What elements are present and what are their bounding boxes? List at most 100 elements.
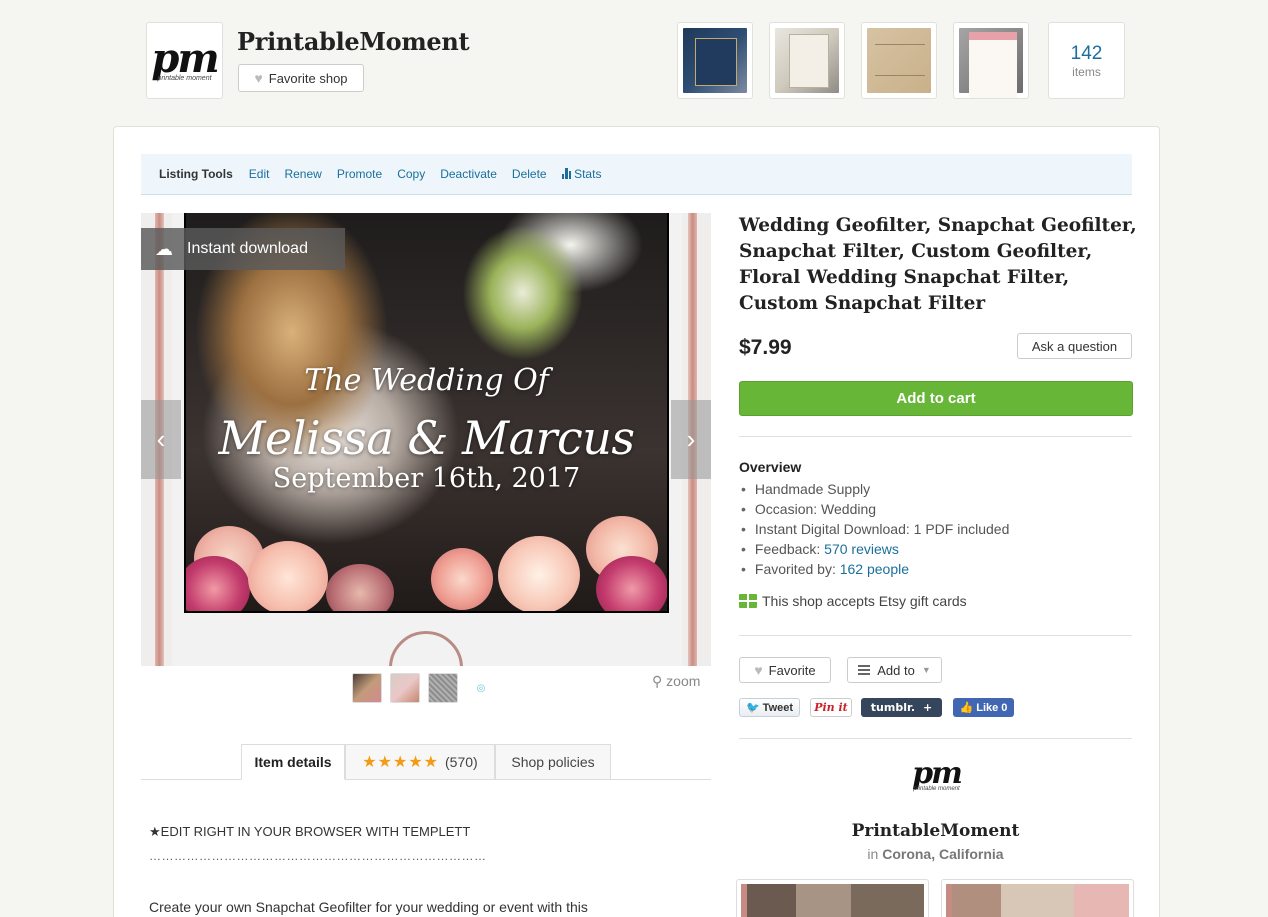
favorite-item-button[interactable]: ♥ Favorite (739, 657, 831, 683)
divider (739, 436, 1132, 437)
favorite-label: Favorite (768, 662, 816, 678)
image-thumbnail[interactable]: ◎ (466, 673, 496, 703)
shop-photo[interactable] (736, 879, 929, 917)
instant-download-label: Instant download (187, 240, 308, 257)
chevron-down-icon: ▼ (921, 665, 931, 675)
divider (739, 738, 1132, 739)
thumbnail-image (775, 28, 839, 93)
stats-label: Stats (574, 167, 602, 181)
overview-text: Handmade Supply (754, 481, 871, 497)
image-thumbnail[interactable] (352, 673, 382, 703)
overview-item: Instant Digital Download: 1 PDF included (741, 519, 1009, 539)
zoom-label: zoom (666, 673, 701, 689)
ring-icon: ◎ (476, 682, 486, 694)
tumblr-label: tumblr. (870, 701, 915, 714)
flower-border (186, 486, 667, 611)
tab-item-details[interactable]: Item details (241, 744, 345, 780)
copy-link[interactable]: Copy (397, 167, 425, 181)
reviews-link[interactable]: 570 reviews (824, 541, 899, 557)
gift-card-text: This shop accepts Etsy gift cards (762, 593, 967, 609)
magnifier-icon: ⚲ (652, 673, 663, 689)
divider (739, 635, 1132, 636)
shop-card-photos (736, 879, 1134, 917)
overview-item: Occasion: Wedding (741, 499, 1009, 519)
plus-icon: + (923, 701, 933, 714)
favorited-label: Favorited by: (754, 561, 840, 577)
shop-photo-image (741, 884, 924, 917)
shop-thumbnail[interactable] (677, 22, 753, 99)
phone-screen: The Wedding Of Melissa & Marcus Septembe… (184, 213, 669, 613)
tweet-button[interactable]: 🐦 Tweet (739, 698, 800, 717)
overview-item: Favorited by: 162 people (741, 559, 1009, 579)
shop-header: pm printable moment PrintableMoment ♥ Fa… (0, 0, 1268, 118)
thumbnail-image (867, 28, 931, 93)
add-to-list-button[interactable]: Add to ▼ (847, 657, 942, 683)
item-count-label: items (1072, 65, 1101, 79)
shop-thumbnails (677, 22, 1029, 99)
like-count: 0 (1001, 701, 1008, 714)
tumblr-button[interactable]: tumblr. + (861, 698, 942, 717)
item-count-box[interactable]: 142 items (1048, 22, 1125, 99)
favorite-shop-button[interactable]: ♥ Favorite shop (238, 64, 364, 92)
delete-link[interactable]: Delete (512, 167, 547, 181)
list-icon (858, 665, 871, 675)
renew-link[interactable]: Renew (284, 167, 321, 181)
rating-stars-icon: ★★★★★ (362, 754, 440, 771)
logo-subtext: printable moment (157, 75, 212, 82)
location-text: Corona, California (882, 846, 1004, 862)
overview-list: Handmade Supply Occasion: Wedding Instan… (741, 479, 1009, 579)
listing-tools-label: Listing Tools (159, 167, 233, 181)
shop-photo-image (946, 884, 1129, 917)
thumbnail-image (683, 28, 747, 93)
bar-chart-icon (561, 168, 572, 179)
promote-link[interactable]: Promote (337, 167, 382, 181)
overview-text: Instant Digital Download: 1 PDF included (754, 521, 1010, 537)
listing-price: $7.99 (739, 336, 792, 359)
listing-panel: Listing Tools Edit Renew Promote Copy De… (113, 126, 1160, 917)
next-image-button[interactable]: › (671, 400, 711, 479)
pin-it-button[interactable]: Pin it (810, 698, 852, 717)
screen-line-1: The Wedding Of (304, 363, 549, 398)
shop-card-logo[interactable]: pm printable moment (909, 759, 964, 793)
shop-thumbnail[interactable] (861, 22, 937, 99)
facebook-like-button[interactable]: 👍 Like 0 (953, 698, 1014, 717)
image-thumbnail[interactable] (390, 673, 420, 703)
add-to-label: Add to (877, 662, 915, 678)
item-count: 142 (1070, 43, 1103, 64)
prev-image-button[interactable]: ‹ (141, 400, 181, 479)
favorite-shop-label: Favorite shop (268, 70, 348, 86)
heart-icon: ♥ (254, 70, 263, 86)
zoom-button[interactable]: ⚲ zoom (652, 673, 700, 690)
thumbs-up-icon: 👍 (959, 702, 974, 714)
edit-link[interactable]: Edit (249, 167, 270, 181)
overview-item: Feedback: 570 reviews (741, 539, 1009, 559)
add-to-cart-button[interactable]: Add to cart (739, 381, 1133, 416)
shop-thumbnail[interactable] (953, 22, 1029, 99)
cloud-download-icon: ☁ (155, 238, 173, 259)
deactivate-link[interactable]: Deactivate (440, 167, 497, 181)
shop-card-name[interactable]: PrintableMoment (739, 821, 1132, 841)
tweet-label: Tweet (762, 701, 794, 714)
tab-shop-policies[interactable]: Shop policies (495, 744, 611, 780)
feedback-label: Feedback: (754, 541, 825, 557)
favorited-people-link[interactable]: 162 people (840, 561, 909, 577)
description-text: Create your own Snapchat Geofilter for y… (149, 899, 588, 915)
stats-link[interactable]: Stats (561, 167, 602, 181)
overview-item: Handmade Supply (741, 479, 1009, 499)
logo-mark: pm (151, 35, 219, 82)
location-prefix: in (867, 846, 883, 862)
shop-logo[interactable]: pm printable moment (146, 22, 223, 99)
shop-name[interactable]: PrintableMoment (237, 27, 470, 56)
image-thumbnail-strip: ◎ (352, 673, 496, 703)
tab-reviews[interactable]: ★★★★★ (570) (345, 744, 495, 780)
overview-title: Overview (739, 459, 802, 475)
screen-line-3: September 16th, 2017 (272, 463, 581, 494)
overview-text: Occasion: Wedding (754, 501, 877, 517)
heart-icon: ♥ (754, 662, 763, 678)
listing-image[interactable]: The Wedding Of Melissa & Marcus Septembe… (141, 213, 711, 666)
shop-photo[interactable] (941, 879, 1134, 917)
shop-thumbnail[interactable] (769, 22, 845, 99)
ask-question-button[interactable]: Ask a question (1017, 333, 1132, 359)
image-thumbnail[interactable] (428, 673, 458, 703)
logo-subtext: printable moment (913, 786, 960, 792)
